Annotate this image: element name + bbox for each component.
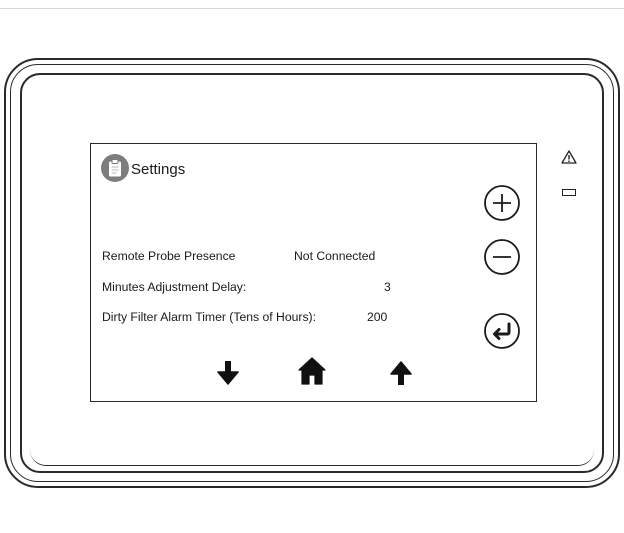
decrease-button[interactable]	[483, 238, 521, 276]
setting-label-remote-probe: Remote Probe Presence	[102, 249, 236, 263]
top-divider	[0, 8, 624, 9]
page-title: Settings	[131, 161, 186, 178]
increase-button[interactable]	[483, 184, 521, 222]
setting-value-filter-timer: 200	[367, 310, 388, 324]
home-button[interactable]	[297, 356, 327, 386]
arrow-down-icon	[217, 361, 239, 385]
scroll-up-button[interactable]	[389, 360, 413, 386]
warning-triangle-icon	[561, 150, 577, 164]
plus-circle-icon	[484, 185, 520, 221]
setting-label-adjustment-delay: Minutes Adjustment Delay:	[102, 280, 247, 294]
arrow-up-icon	[390, 361, 412, 385]
enter-button[interactable]	[483, 312, 521, 350]
setting-value-remote-probe: Not Connected	[294, 249, 376, 263]
scroll-down-button[interactable]	[216, 360, 240, 386]
device-bezel-lip	[30, 440, 594, 466]
display-screen: Settings Remote Probe Presence Not Conne…	[90, 143, 537, 402]
home-icon	[298, 357, 326, 385]
enter-return-icon	[484, 313, 520, 349]
setting-label-filter-timer: Dirty Filter Alarm Timer (Tens of Hours)…	[102, 310, 316, 324]
setting-value-adjustment-delay: 3	[384, 280, 391, 294]
clipboard-icon	[101, 154, 129, 182]
minus-circle-icon	[484, 239, 520, 275]
status-led-indicator	[562, 189, 576, 196]
